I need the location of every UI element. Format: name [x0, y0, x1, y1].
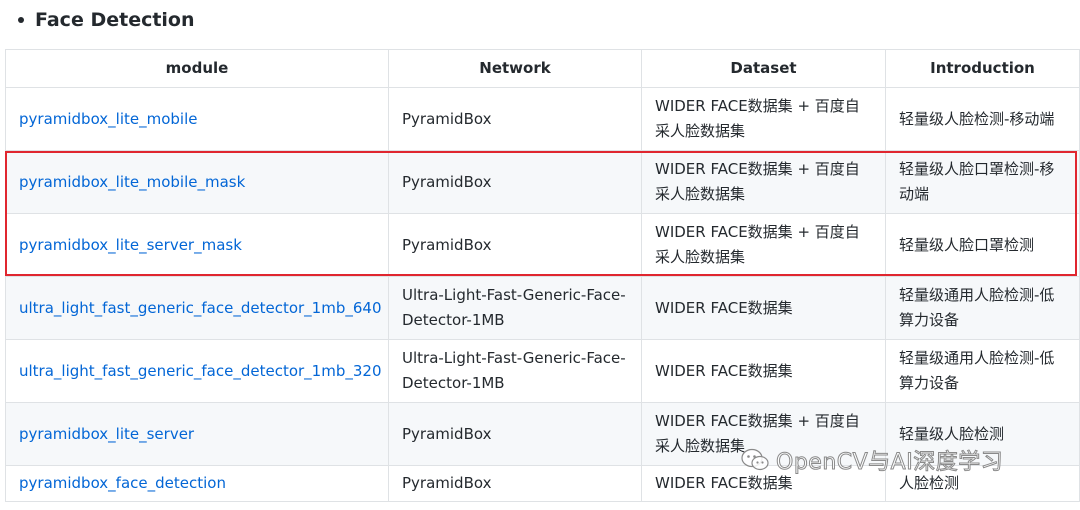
module-link[interactable]: pyramidbox_lite_server_mask: [19, 236, 242, 254]
introduction-cell: 轻量级人脸检测: [885, 402, 1080, 466]
module-link[interactable]: ultra_light_fast_generic_face_detector_1…: [19, 299, 381, 317]
table-row: ultra_light_fast_generic_face_detector_1…: [5, 276, 1080, 340]
dataset-cell: WIDER FACE数据集 + 百度自采人脸数据集: [641, 150, 886, 214]
network-cell: PyramidBox: [388, 213, 642, 277]
dataset-cell: WIDER FACE数据集: [641, 276, 886, 340]
network-cell: PyramidBox: [388, 402, 642, 466]
column-header-module: module: [5, 49, 389, 88]
module-cell: pyramidbox_lite_mobile_mask: [5, 150, 389, 214]
dataset-cell: WIDER FACE数据集: [641, 465, 886, 502]
module-cell: ultra_light_fast_generic_face_detector_1…: [5, 339, 389, 403]
module-link[interactable]: pyramidbox_lite_server: [19, 425, 194, 443]
network-cell: Ultra-Light-Fast-Generic-Face-Detector-1…: [388, 339, 642, 403]
network-cell: Ultra-Light-Fast-Generic-Face-Detector-1…: [388, 276, 642, 340]
dataset-cell: WIDER FACE数据集 + 百度自采人脸数据集: [641, 87, 886, 151]
network-cell: PyramidBox: [388, 150, 642, 214]
section-heading: Face Detection: [18, 6, 195, 34]
column-header-network: Network: [388, 49, 642, 88]
introduction-cell: 人脸检测: [885, 465, 1080, 502]
table-header-row: module Network Dataset Introduction: [5, 49, 1080, 88]
dataset-cell: WIDER FACE数据集: [641, 339, 886, 403]
module-cell: ultra_light_fast_generic_face_detector_1…: [5, 276, 389, 340]
section-title: Face Detection: [35, 9, 195, 31]
network-cell: PyramidBox: [388, 87, 642, 151]
table-row: pyramidbox_lite_server_mask PyramidBox W…: [5, 213, 1080, 277]
module-cell: pyramidbox_lite_server_mask: [5, 213, 389, 277]
module-link[interactable]: pyramidbox_lite_mobile: [19, 110, 198, 128]
module-link[interactable]: pyramidbox_face_detection: [19, 474, 226, 492]
table-row: pyramidbox_lite_server PyramidBox WIDER …: [5, 402, 1080, 466]
introduction-cell: 轻量级人脸检测-移动端: [885, 87, 1080, 151]
introduction-cell: 轻量级人脸口罩检测-移动端: [885, 150, 1080, 214]
module-cell: pyramidbox_face_detection: [5, 465, 389, 502]
module-cell: pyramidbox_lite_server: [5, 402, 389, 466]
dataset-cell: WIDER FACE数据集 + 百度自采人脸数据集: [641, 402, 886, 466]
network-cell: PyramidBox: [388, 465, 642, 502]
bullet-icon: [18, 17, 24, 23]
table-row: pyramidbox_face_detection PyramidBox WID…: [5, 465, 1080, 502]
module-cell: pyramidbox_lite_mobile: [5, 87, 389, 151]
column-header-introduction: Introduction: [885, 49, 1080, 88]
table-row: ultra_light_fast_generic_face_detector_1…: [5, 339, 1080, 403]
module-link[interactable]: ultra_light_fast_generic_face_detector_1…: [19, 362, 381, 380]
dataset-cell: WIDER FACE数据集 + 百度自采人脸数据集: [641, 213, 886, 277]
introduction-cell: 轻量级通用人脸检测-低算力设备: [885, 339, 1080, 403]
face-detection-table: module Network Dataset Introduction pyra…: [5, 49, 1080, 502]
introduction-cell: 轻量级人脸口罩检测: [885, 213, 1080, 277]
module-link[interactable]: pyramidbox_lite_mobile_mask: [19, 173, 245, 191]
table-row: pyramidbox_lite_mobile_mask PyramidBox W…: [5, 150, 1080, 214]
table-row: pyramidbox_lite_mobile PyramidBox WIDER …: [5, 87, 1080, 151]
column-header-dataset: Dataset: [641, 49, 886, 88]
introduction-cell: 轻量级通用人脸检测-低算力设备: [885, 276, 1080, 340]
